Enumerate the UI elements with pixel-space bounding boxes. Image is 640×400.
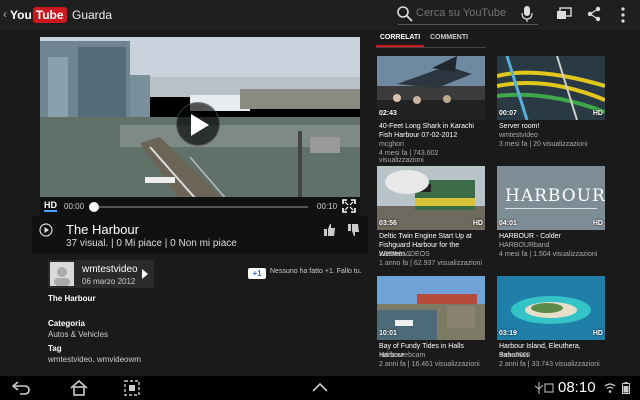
hd-badge: HD <box>592 220 603 227</box>
tags-label: Tag <box>48 344 62 353</box>
related-video-card[interactable]: 10:01 Bay of Fundy Tides in Halls Harbou… <box>377 276 485 376</box>
current-time: 00:00 <box>64 202 85 211</box>
battery-icon <box>622 382 630 394</box>
avatar <box>50 262 74 286</box>
related-video-title: Server room! <box>499 123 540 130</box>
video-duration: 10:01 <box>379 330 397 337</box>
related-meta: 1 anno fa | 62.937 visualizzazioni <box>379 260 482 267</box>
upload-date: 06 marzo 2012 <box>82 277 136 286</box>
chevron-right-icon <box>142 269 148 279</box>
up-chevron-icon[interactable]: ‹ <box>3 7 7 21</box>
video-duration: 00:07 <box>499 110 517 117</box>
channel-card[interactable]: wmtestvideo 06 marzo 2012 <box>48 260 154 288</box>
play-icon <box>191 114 209 136</box>
related-channel: wmtestvideo <box>499 132 538 139</box>
related-video-card[interactable]: 02:43 40-Feet Long Shark in Karachi Fish… <box>377 56 485 164</box>
related-meta: 2 anni fa | 33.743 visualizzazioni <box>499 361 600 368</box>
related-channel: thore2009 <box>499 352 531 359</box>
related-video-card[interactable]: 03:19 HD Harbour Island, Eleuthera, Baha… <box>497 276 605 376</box>
user-silhouette-icon <box>50 262 74 286</box>
share-icon[interactable] <box>586 6 602 22</box>
more-icon[interactable] <box>620 6 626 24</box>
related-meta: 4 mesi fa | 1.504 visualizzazioni <box>499 251 598 258</box>
action-bar: ‹ You Tube Guarda <box>0 0 640 30</box>
related-meta: 4 mesi fa | 743.602 visualizzazioni <box>379 150 439 164</box>
related-channel: mcghori <box>379 141 404 148</box>
recent-apps-icon[interactable] <box>124 380 140 396</box>
related-meta: 3 mesi fa | 20 visualizzazioni <box>499 141 588 148</box>
back-icon[interactable] <box>12 381 30 395</box>
mic-icon[interactable] <box>520 5 534 23</box>
related-video-card[interactable]: 00:07 HD Server room! wmtestvideo 3 mesi… <box>497 56 605 156</box>
related-channel: KBRAILVIDEOS <box>379 251 430 258</box>
wifi-icon <box>604 383 616 393</box>
seek-bar[interactable] <box>92 206 308 208</box>
logo-tube: Tube <box>32 6 67 23</box>
video-duration: 04:01 <box>499 220 517 227</box>
thumbnail-rule <box>505 208 597 209</box>
video-title: The Harbour <box>66 222 139 237</box>
related-meta: 2 anni fa | 16.461 visualizzazioni <box>379 361 480 368</box>
tab-divider <box>376 47 486 48</box>
related-channel: halifaxwebcam <box>379 352 426 359</box>
status-clock: 08:10 <box>558 379 596 396</box>
related-video-title: HARBOUR - Colder <box>499 233 561 240</box>
thumbnail-caption: HARBOUR <box>505 186 605 206</box>
video-stats: 37 visual. | 0 Mi piace | 0 Non mi piace <box>66 238 237 249</box>
related-video-card[interactable]: 03:56 HD Deltic Twin Engine Start Up at … <box>377 166 485 267</box>
hd-badge: HD <box>592 330 603 337</box>
page-title: Guarda <box>72 8 113 22</box>
category-value: Autos & Vehicles <box>48 330 109 339</box>
tab-related[interactable]: CORRELATI <box>376 32 424 48</box>
category-label: Categoria <box>48 319 85 328</box>
tab-comments[interactable]: COMMENTI <box>426 32 472 48</box>
play-circle-icon[interactable] <box>39 223 53 237</box>
thumbs-up-icon[interactable] <box>324 224 336 236</box>
related-video-card[interactable]: HARBOUR 04:01 HD HARBOUR - Colder HARBOU… <box>497 166 605 266</box>
play-button[interactable] <box>176 102 220 146</box>
video-duration: 03:19 <box>499 330 517 337</box>
channel-name: wmtestvideo <box>82 264 138 275</box>
related-video-title: 40-Feet Long Shark in Karachi Fish Harbo… <box>379 123 474 139</box>
plusone-text: Nessuno ha fatto +1. Fallo tu. <box>270 268 362 275</box>
system-nav-bar: 08:10 <box>0 376 640 400</box>
hd-badge: HD <box>592 110 603 117</box>
home-icon[interactable] <box>70 380 88 396</box>
plusone-button[interactable]: +1 <box>248 268 266 279</box>
logo-you: You <box>10 7 32 22</box>
chevron-up-icon[interactable] <box>312 382 328 392</box>
total-time: 00:10 <box>317 202 338 211</box>
seek-handle[interactable] <box>89 202 99 212</box>
tags-value: wmtestvideo, wmvideowm <box>48 355 141 364</box>
description-title: The Harbour <box>48 294 96 303</box>
search-input[interactable] <box>416 7 516 19</box>
hd-toggle[interactable]: HD <box>44 200 57 212</box>
video-duration: 02:43 <box>379 110 397 117</box>
thumbs-down-icon[interactable] <box>348 224 360 236</box>
video-info-bar: The Harbour 37 visual. | 0 Mi piace | 0 … <box>32 216 368 254</box>
player-controls: HD 00:00 00:10 <box>40 197 360 216</box>
related-channel: HARBOURband <box>499 242 550 249</box>
notification-icon <box>544 383 554 393</box>
youtube-logo[interactable]: You Tube <box>10 6 67 23</box>
video-duration: 03:56 <box>379 220 397 227</box>
fullscreen-icon[interactable] <box>342 199 356 213</box>
cast-icon[interactable] <box>556 7 572 21</box>
usb-icon <box>534 382 544 394</box>
search-underline <box>398 24 538 25</box>
search-icon[interactable] <box>396 5 414 23</box>
hd-badge: HD <box>472 220 483 227</box>
